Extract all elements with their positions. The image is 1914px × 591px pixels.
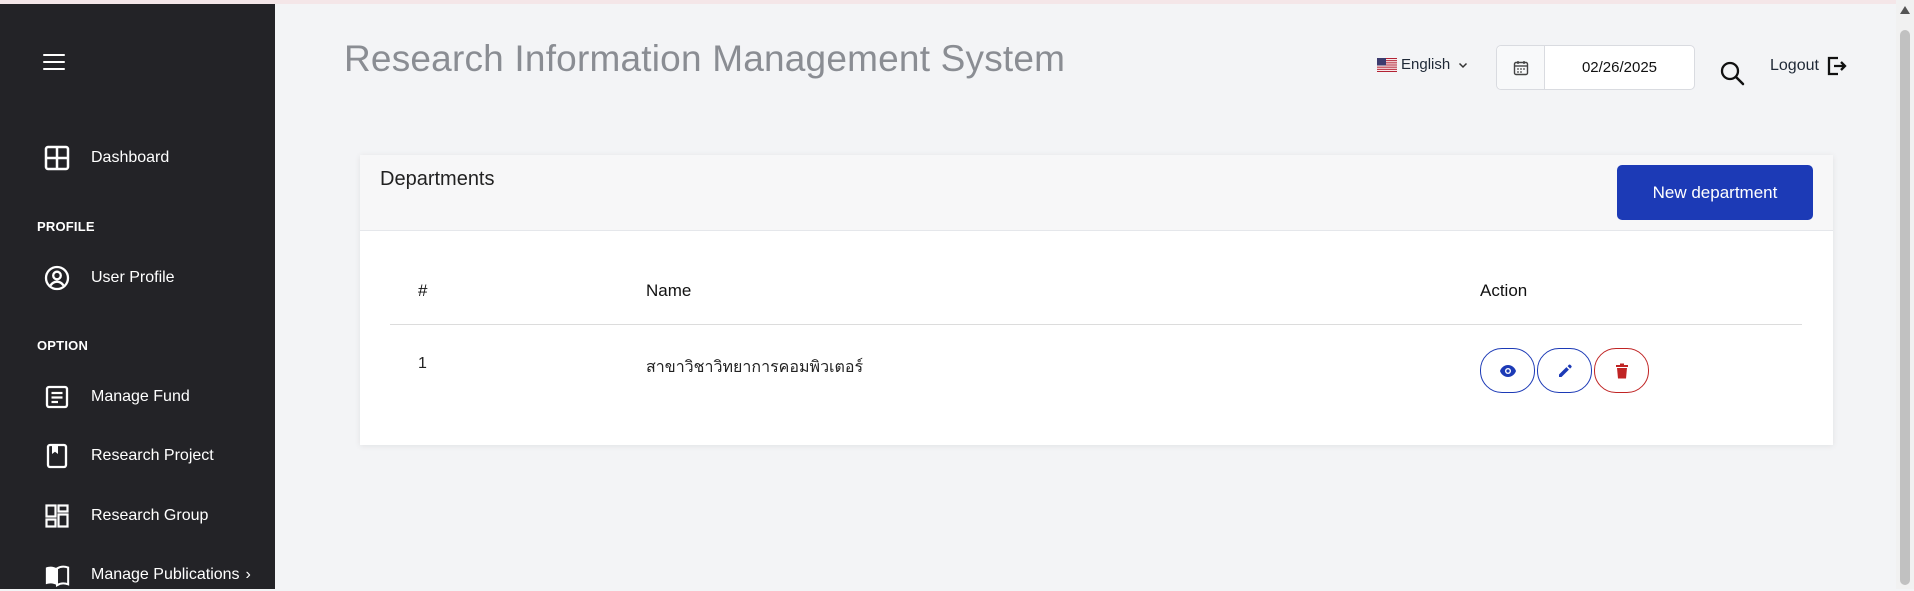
departments-card: Departments New department # Name Action… <box>360 155 1833 445</box>
row-name: สาขาวิชาวิทยาการคอมพิวเตอร์ <box>646 359 864 376</box>
search-icon[interactable] <box>1719 60 1745 86</box>
sidebar-item-manage-fund[interactable]: Manage Fund <box>44 381 264 413</box>
book-open-icon <box>44 562 70 588</box>
card-header: Departments New department <box>360 155 1833 231</box>
user-circle-icon <box>44 265 70 291</box>
language-label: English <box>1401 56 1451 73</box>
new-department-button[interactable]: New department <box>1617 165 1813 220</box>
hamburger-line <box>43 61 65 63</box>
column-header-name: Name <box>646 281 692 300</box>
menu-toggle-button[interactable] <box>43 54 65 72</box>
section-title-profile: PROFILE <box>37 219 95 234</box>
pencil-icon <box>1558 364 1572 377</box>
sidebar: Dashboard PROFILE User Profile OPTION Ma… <box>0 4 275 589</box>
view-button[interactable] <box>1480 348 1535 393</box>
sidebar-item-user-profile[interactable]: User Profile <box>44 262 264 294</box>
logout-icon <box>1827 56 1847 76</box>
document-icon <box>44 384 70 410</box>
language-selector[interactable]: English <box>1377 56 1468 73</box>
card-title: Departments <box>380 168 495 190</box>
section-title-option: OPTION <box>37 338 89 353</box>
sidebar-item-label: Research Group <box>91 507 209 524</box>
scroll-up-icon[interactable] <box>1900 6 1910 14</box>
logout-button[interactable]: Logout <box>1770 55 1847 77</box>
bookmark-icon <box>44 443 70 469</box>
eye-icon <box>1499 364 1516 377</box>
chevron-right-icon: › <box>245 566 251 583</box>
sidebar-item-label: Manage Fund <box>91 388 190 405</box>
sidebar-item-label: Manage Publications <box>91 566 240 583</box>
date-value[interactable]: 02/26/2025 <box>1545 46 1694 89</box>
sidebar-item-manage-publications[interactable]: Manage Publications › <box>44 559 264 591</box>
grid-icon <box>44 503 70 529</box>
vertical-scrollbar[interactable] <box>1896 0 1914 589</box>
table-header: # Name Action <box>390 275 1802 325</box>
top-border <box>0 0 1896 4</box>
hamburger-line <box>43 54 65 56</box>
column-header-action: Action <box>1480 281 1528 300</box>
page-title: Research Information Management System <box>344 38 1066 79</box>
dashboard-icon <box>44 145 70 171</box>
calendar-icon[interactable] <box>1497 46 1545 89</box>
delete-button[interactable] <box>1594 348 1649 393</box>
chevron-down-icon <box>1459 62 1468 68</box>
sidebar-item-dashboard[interactable]: Dashboard <box>44 142 264 174</box>
sidebar-item-research-group[interactable]: Research Group <box>44 500 264 532</box>
sidebar-item-label: Research Project <box>91 447 214 464</box>
date-picker[interactable]: 02/26/2025 <box>1496 45 1695 90</box>
hamburger-line <box>43 68 65 70</box>
departments-table: # Name Action 1 สาขาวิชาวิทยาการคอมพิวเต… <box>390 275 1802 415</box>
sidebar-item-label: Dashboard <box>91 149 170 166</box>
row-index: 1 <box>418 355 427 372</box>
table-row: 1 สาขาวิชาวิทยาการคอมพิวเตอร์ <box>390 325 1802 415</box>
us-flag-icon <box>1377 57 1397 72</box>
edit-button[interactable] <box>1537 348 1592 393</box>
logout-label: Logout <box>1770 57 1819 74</box>
sidebar-item-research-project[interactable]: Research Project <box>44 440 264 472</box>
column-header-index: # <box>418 281 428 300</box>
trash-icon <box>1615 363 1628 378</box>
scrollbar-thumb[interactable] <box>1900 30 1910 585</box>
sidebar-item-label: User Profile <box>91 269 175 286</box>
